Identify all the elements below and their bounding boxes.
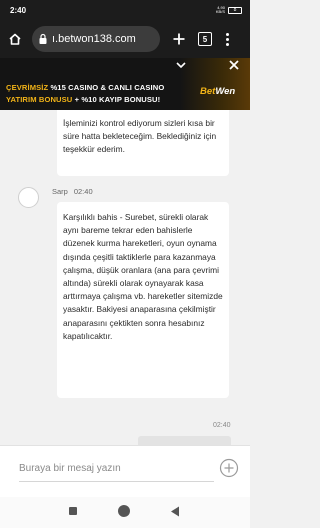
recent-apps-icon[interactable]: [69, 507, 77, 515]
chat-transcript[interactable]: İşleminizi kontrol ediyorum sizleri kısa…: [0, 110, 250, 445]
add-attachment-icon[interactable]: [219, 458, 239, 478]
banner-text: + %10 KAYIP BONUSU!: [72, 95, 161, 104]
browser-toolbar: ı.betwon138.com 5: [0, 20, 250, 58]
close-icon[interactable]: [227, 58, 241, 72]
sender-header: Sarp 02:40: [52, 187, 93, 196]
status-bar: 2:40 4,90 KB/S 8: [0, 0, 250, 20]
more-menu-icon[interactable]: [222, 30, 232, 48]
input-underline: [19, 481, 214, 482]
banner-subline: YATIRIM BONUSU + %10 KAYIP BONUSU!: [6, 95, 160, 104]
avatar: [18, 187, 39, 208]
banner-headline: ÇEVRİMSİZ %15 CASINO & CANLI CASINO: [6, 83, 164, 92]
banner-text-highlight: ÇEVRİMSİZ: [6, 83, 49, 92]
agent-message: Karşılıklı bahis - Surebet, sürekli olar…: [57, 202, 229, 398]
message-input[interactable]: [19, 456, 209, 480]
back-icon[interactable]: [170, 506, 180, 517]
promo-banner[interactable]: ÇEVRİMSİZ %15 CASINO & CANLI CASINO YATI…: [0, 58, 250, 110]
message-time: 02:40: [213, 422, 231, 429]
logo-text-accent: Bet: [200, 86, 216, 97]
logo-text: Wen: [215, 86, 236, 97]
brand-logo: BetWen: [200, 86, 235, 97]
battery-icon: 8: [228, 6, 242, 14]
status-time: 2:40: [10, 5, 27, 15]
sender-name: Sarp: [52, 187, 68, 196]
chevron-down-icon[interactable]: [175, 60, 187, 70]
user-message-bubble: [138, 436, 231, 445]
home-button-icon[interactable]: [118, 505, 130, 517]
system-navigation-bar: [0, 497, 250, 528]
status-icons: 4,90 KB/S 8: [211, 6, 242, 14]
banner-text: %15 CASINO & CANLI CASINO: [48, 83, 165, 92]
url-text: ı.betwon138.com: [52, 33, 136, 45]
tab-switcher-button[interactable]: 5: [198, 32, 212, 46]
message-composer: [0, 445, 250, 497]
agent-message: İşleminizi kontrol ediyorum sizleri kısa…: [57, 110, 229, 176]
address-bar[interactable]: ı.betwon138.com: [32, 26, 160, 52]
home-icon[interactable]: [6, 30, 24, 48]
new-tab-icon[interactable]: [170, 30, 188, 48]
network-speed: 4,90 KB/S: [215, 5, 225, 14]
message-time: 02:40: [73, 187, 93, 196]
banner-text-highlight: YATIRIM BONUSU: [6, 95, 73, 104]
lock-icon: [39, 33, 47, 44]
